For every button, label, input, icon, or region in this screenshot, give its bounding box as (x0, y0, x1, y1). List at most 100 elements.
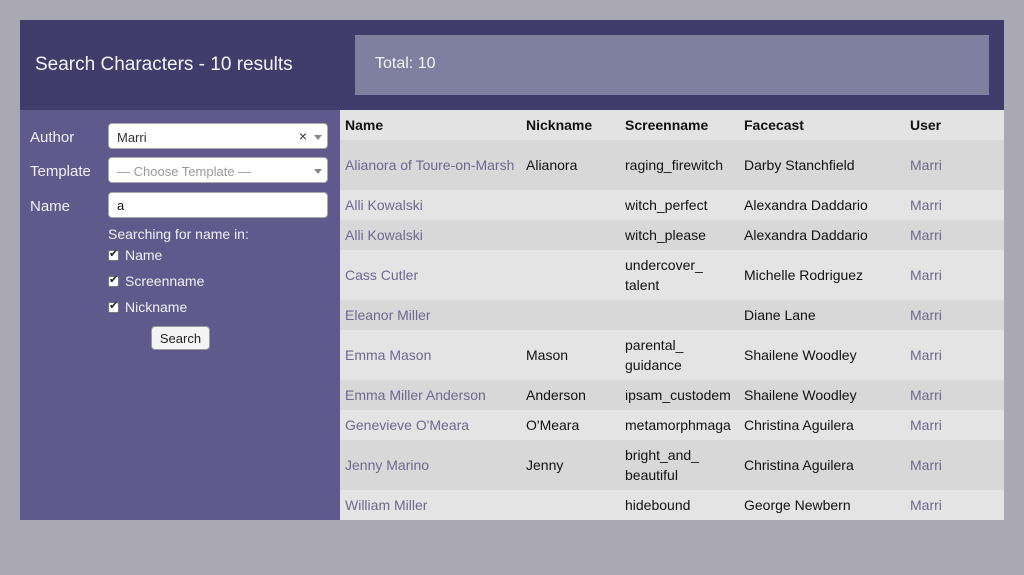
character-name-link[interactable]: Eleanor Miller (345, 307, 431, 323)
template-label: Template (30, 163, 91, 180)
column-header-user[interactable]: User (905, 110, 1004, 140)
author-row: Author Marri × (30, 123, 330, 151)
nickname-cell (521, 250, 620, 300)
screenname-cell: undercover_ talent (620, 250, 739, 300)
checkbox-nickname[interactable]: ✔ (108, 300, 119, 313)
checkmark-icon: ✔ (109, 248, 119, 260)
results-panel: Name Nickname Screenname Facecast User A… (340, 110, 1004, 520)
table-row: Jenny Marino Jenny bright_and_ beautiful… (340, 440, 1004, 490)
user-link[interactable]: Marri (910, 417, 942, 433)
table-row: Genevieve O'Meara O'Meara metamorphmaga … (340, 410, 1004, 440)
screenname-cell: witch_please (620, 220, 739, 250)
results-table: Name Nickname Screenname Facecast User A… (340, 110, 1004, 520)
user-link[interactable]: Marri (910, 157, 942, 173)
facecast-cell: Christina Aguilera (739, 440, 905, 490)
facecast-cell: Michelle Rodriguez (739, 250, 905, 300)
character-name-link[interactable]: Alianora of Toure-on-Marsh (345, 157, 514, 173)
table-row: Eleanor Miller Diane Lane Marri (340, 300, 1004, 330)
search-button[interactable]: Search (151, 326, 210, 350)
table-row: Cass Cutler undercover_ talent Michelle … (340, 250, 1004, 300)
screenname-cell: ipsam_custodem (620, 380, 739, 410)
user-link[interactable]: Marri (910, 197, 942, 213)
facecast-cell: Diane Lane (739, 300, 905, 330)
character-name-link[interactable]: Alli Kowalski (345, 227, 423, 243)
checkbox-screenname[interactable]: ✔ (108, 274, 119, 287)
total-count: Total: 10 (375, 55, 436, 72)
facecast-cell: Christina Aguilera (739, 410, 905, 440)
facecast-cell: Shailene Woodley (739, 380, 905, 410)
user-link[interactable]: Marri (910, 457, 942, 473)
table-row: Alli Kowalski witch_perfect Alexandra Da… (340, 190, 1004, 220)
facecast-cell: Shailene Woodley (739, 330, 905, 380)
facecast-cell: Alexandra Daddario (739, 190, 905, 220)
name-label: Name (30, 198, 71, 215)
character-name-link[interactable]: Genevieve O'Meara (345, 417, 469, 433)
character-name-link[interactable]: Emma Mason (345, 347, 431, 363)
checkmark-icon: ✔ (109, 274, 119, 286)
screenname-cell (620, 300, 739, 330)
screenname-cell: bright_and_ beautiful (620, 440, 739, 490)
name-row: Name (30, 192, 330, 220)
table-row: William Miller hidebound George Newbern … (340, 490, 1004, 520)
check-nickname-label: Nickname (125, 299, 188, 315)
page-title: Search Characters - 10 results (35, 54, 293, 75)
nickname-cell (521, 190, 620, 220)
screenname-cell: witch_perfect (620, 190, 739, 220)
nickname-cell: Anderson (521, 380, 620, 410)
character-name-link[interactable]: William Miller (345, 497, 427, 513)
check-name-option[interactable]: ✔ Name (108, 247, 162, 265)
nickname-cell (521, 490, 620, 520)
nickname-cell (521, 220, 620, 250)
facecast-cell: Alexandra Daddario (739, 220, 905, 250)
table-row: Alianora of Toure-on-Marsh Alianora ragi… (340, 140, 1004, 190)
chevron-down-icon[interactable] (314, 135, 322, 140)
checkmark-icon: ✔ (109, 300, 119, 312)
facecast-cell: George Newbern (739, 490, 905, 520)
user-link[interactable]: Marri (910, 227, 942, 243)
check-screenname-option[interactable]: ✔ Screenname (108, 273, 204, 291)
character-name-link[interactable]: Emma Miller Anderson (345, 387, 486, 403)
table-header-row: Name Nickname Screenname Facecast User (340, 110, 1004, 140)
clear-icon[interactable]: × (299, 128, 307, 144)
template-row: Template — Choose Template — (30, 157, 330, 185)
user-link[interactable]: Marri (910, 267, 942, 283)
screenname-cell: hidebound (620, 490, 739, 520)
nickname-cell: Jenny (521, 440, 620, 490)
chevron-down-icon[interactable] (314, 169, 322, 174)
check-name-label: Name (125, 247, 163, 263)
nickname-cell: Alianora (521, 140, 620, 190)
search-scope-hint: Searching for name in: (108, 226, 249, 242)
column-header-facecast[interactable]: Facecast (739, 110, 905, 140)
character-name-link[interactable]: Jenny Marino (345, 457, 429, 473)
template-select[interactable]: — Choose Template — (108, 157, 328, 183)
screenname-cell: raging_firewitch (620, 140, 739, 190)
screenname-cell: parental_ guidance (620, 330, 739, 380)
template-placeholder: — Choose Template — (117, 164, 252, 179)
column-header-screenname[interactable]: Screenname (620, 110, 739, 140)
nickname-cell (521, 300, 620, 330)
column-header-nickname[interactable]: Nickname (521, 110, 620, 140)
screenname-cell: metamorphmaga (620, 410, 739, 440)
table-row: Emma Mason Mason parental_ guidance Shai… (340, 330, 1004, 380)
checkbox-name[interactable]: ✔ (108, 248, 119, 261)
table-row: Alli Kowalski witch_please Alexandra Dad… (340, 220, 1004, 250)
user-link[interactable]: Marri (910, 307, 942, 323)
total-panel: Total: 10 (355, 35, 989, 95)
table-row: Emma Miller Anderson Anderson ipsam_cust… (340, 380, 1004, 410)
check-nickname-option[interactable]: ✔ Nickname (108, 299, 187, 317)
author-label: Author (30, 129, 75, 146)
user-link[interactable]: Marri (910, 497, 942, 513)
nickname-cell: O'Meara (521, 410, 620, 440)
column-header-name[interactable]: Name (340, 110, 521, 140)
name-search-input[interactable] (108, 192, 328, 218)
check-screenname-label: Screenname (125, 273, 205, 289)
author-select[interactable]: Marri × (108, 123, 328, 149)
author-selected-value: Marri (117, 130, 147, 145)
character-name-link[interactable]: Cass Cutler (345, 267, 418, 283)
search-page: Search Characters - 10 results Total: 10… (20, 20, 1004, 520)
user-link[interactable]: Marri (910, 387, 942, 403)
facecast-cell: Darby Stanchfield (739, 140, 905, 190)
character-name-link[interactable]: Alli Kowalski (345, 197, 423, 213)
user-link[interactable]: Marri (910, 347, 942, 363)
nickname-cell: Mason (521, 330, 620, 380)
